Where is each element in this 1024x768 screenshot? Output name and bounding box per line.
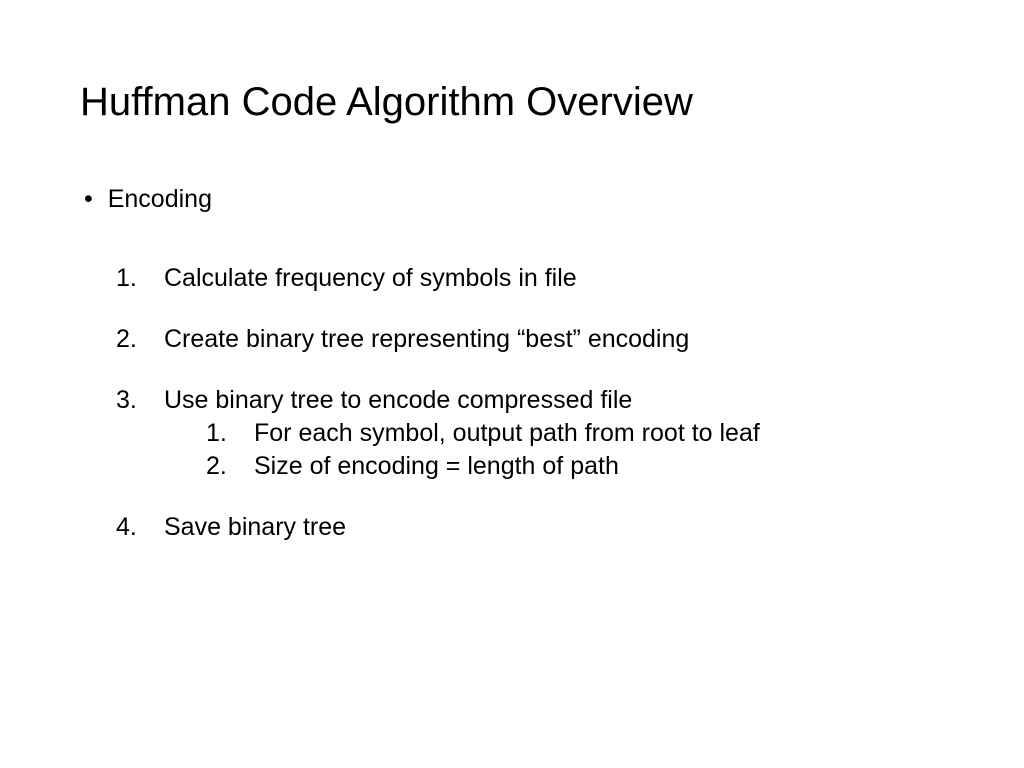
step-3: 3. Use binary tree to encode compressed …	[116, 386, 944, 415]
bullet-encoding: • Encoding	[84, 185, 944, 214]
substep-number: 1.	[206, 419, 254, 448]
substep-2: 2. Size of encoding = length of path	[206, 452, 944, 481]
substep-number: 2.	[206, 452, 254, 481]
bullet-marker-icon: •	[84, 185, 93, 214]
step-text: Calculate frequency of symbols in file	[164, 264, 577, 293]
substep-1: 1. For each symbol, output path from roo…	[206, 419, 944, 448]
step-number: 3.	[116, 386, 164, 415]
bullet-label: Encoding	[108, 185, 212, 213]
step-number: 1.	[116, 264, 164, 293]
sub-numbered-list: 1. For each symbol, output path from roo…	[206, 419, 944, 481]
step-4: 4. Save binary tree	[116, 513, 944, 542]
substep-text: Size of encoding = length of path	[254, 452, 619, 481]
substep-text: For each symbol, output path from root t…	[254, 419, 760, 448]
step-number: 2.	[116, 325, 164, 354]
numbered-list: 1. Calculate frequency of symbols in fil…	[116, 264, 944, 542]
step-1: 1. Calculate frequency of symbols in fil…	[116, 264, 944, 293]
slide-title: Huffman Code Algorithm Overview	[80, 80, 944, 125]
step-2: 2. Create binary tree representing “best…	[116, 325, 944, 354]
step-text: Save binary tree	[164, 513, 346, 542]
step-number: 4.	[116, 513, 164, 542]
step-text: Create binary tree representing “best” e…	[164, 325, 689, 354]
step-text: Use binary tree to encode compressed fil…	[164, 386, 632, 415]
